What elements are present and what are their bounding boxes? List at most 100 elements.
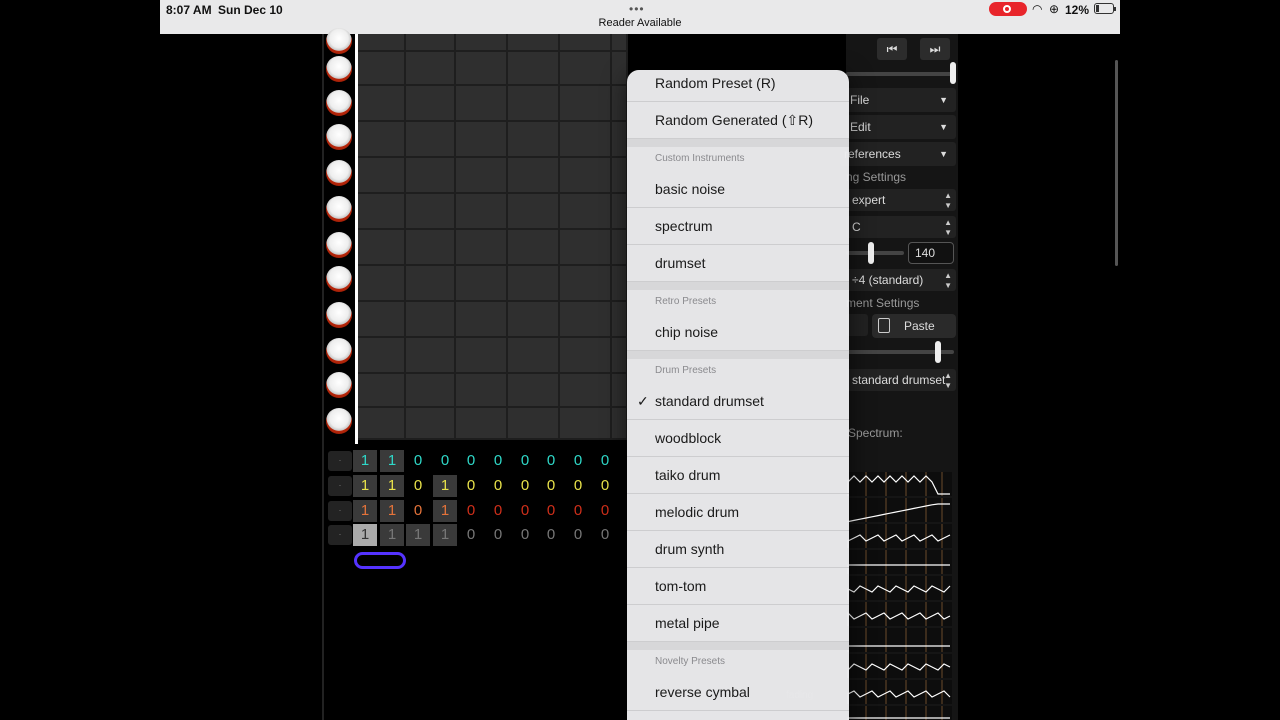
instrument-select[interactable]: standard drumset ▲ ▼ [846,369,956,391]
grid-cell[interactable] [560,194,612,230]
grid-cell[interactable] [508,230,560,266]
grid-cell[interactable] [612,302,628,338]
pattern-number[interactable]: 0 [539,475,563,497]
pattern-number[interactable]: 1 [353,450,377,472]
grid-cell[interactable] [560,86,612,122]
grid-cell[interactable] [612,52,628,86]
channel-button[interactable]: · [328,525,352,545]
grid-cell[interactable] [456,52,508,86]
grid-cell[interactable] [612,158,628,194]
pattern-number[interactable]: 0 [539,500,563,522]
grid-cell[interactable] [456,266,508,302]
preset-menu-item[interactable]: chip noise [627,314,849,351]
grid-cell[interactable] [508,338,560,374]
grid-cell[interactable] [456,374,508,408]
pattern-number[interactable]: 1 [433,524,457,546]
volume-slider-knob[interactable] [950,62,956,84]
pattern-number[interactable]: 0 [566,500,590,522]
pattern-editor-grid[interactable] [358,34,628,440]
spectrum-graph-bg[interactable] [848,524,952,548]
rhythm-select[interactable]: ÷4 (standard) ▲ ▼ [846,269,956,291]
screen-recording-icon[interactable] [989,2,1027,16]
channel-button[interactable]: · [328,451,352,471]
pattern-number[interactable]: 0 [593,450,617,472]
grid-cell[interactable] [508,374,560,408]
grid-cell[interactable] [406,122,456,158]
grid-cell[interactable] [358,374,406,408]
grid-cell[interactable] [406,52,456,86]
grid-cell[interactable] [612,122,628,158]
grid-cell[interactable] [456,338,508,374]
grid-cell[interactable] [456,302,508,338]
preset-menu-item[interactable]: drumset [627,245,849,282]
grid-cell[interactable] [508,122,560,158]
grid-cell[interactable] [508,52,560,86]
grid-cell[interactable] [612,408,628,440]
grid-cell[interactable] [358,122,406,158]
pattern-number[interactable]: 0 [593,524,617,546]
grid-cell[interactable] [358,230,406,266]
preset-menu-item[interactable]: drum synth [627,531,849,568]
pattern-number[interactable]: 0 [513,524,537,546]
pattern-number[interactable]: 0 [566,450,590,472]
grid-cell[interactable] [612,34,628,52]
tempo-slider-track[interactable] [846,251,904,255]
paste-button[interactable]: Paste [872,314,956,338]
pattern-number[interactable]: 0 [486,475,510,497]
next-bar-button[interactable]: ⏭ [920,38,950,60]
preset-menu-item[interactable]: Random Generated (⇧R) [627,102,849,139]
grid-cell[interactable] [508,158,560,194]
pattern-number[interactable]: 1 [353,524,377,546]
prev-bar-button[interactable]: ⏮ [877,38,907,60]
preset-menu-item[interactable]: Random Preset (R) [627,70,849,102]
tempo-input[interactable]: 140 [908,242,954,264]
grid-cell[interactable] [406,86,456,122]
pattern-number[interactable]: 0 [406,450,430,472]
grid-cell[interactable] [508,194,560,230]
pattern-number[interactable]: 0 [566,475,590,497]
grid-cell[interactable] [456,122,508,158]
grid-cell[interactable] [612,230,628,266]
grid-cell[interactable] [456,158,508,194]
grid-cell[interactable] [508,408,560,440]
grid-cell[interactable] [508,302,560,338]
pattern-number[interactable]: 0 [459,450,483,472]
pattern-number[interactable]: 0 [513,500,537,522]
grid-cell[interactable] [358,86,406,122]
pattern-number[interactable]: 0 [566,524,590,546]
channel-button[interactable]: · [328,476,352,496]
pattern-number[interactable]: 0 [486,450,510,472]
spectrum-graph-bg[interactable] [848,654,952,678]
grid-cell[interactable] [508,34,560,52]
preset-menu-item[interactable]: woodblock [627,420,849,457]
grid-cell[interactable] [560,338,612,374]
grid-cell[interactable] [612,194,628,230]
pattern-number[interactable]: 0 [539,450,563,472]
grid-cell[interactable] [358,194,406,230]
preset-menu-item[interactable]: taiko drum [627,457,849,494]
spectrum-graph-bg[interactable] [848,628,952,652]
channel-button[interactable]: · [328,501,352,521]
pattern-number[interactable]: 1 [380,450,404,472]
grid-cell[interactable] [358,158,406,194]
reader-available[interactable]: Reader Available [160,17,1120,29]
grid-cell[interactable] [406,266,456,302]
pattern-number[interactable]: 1 [433,475,457,497]
grid-cell[interactable] [456,408,508,440]
tempo-slider-knob[interactable] [868,242,874,264]
grid-cell[interactable] [612,266,628,302]
pattern-number[interactable]: 0 [459,500,483,522]
edit-menu[interactable]: Edit ▼ [846,115,956,139]
preset-menu-item[interactable]: melodic drum [627,494,849,531]
grid-cell[interactable] [560,230,612,266]
pattern-number[interactable]: 0 [593,500,617,522]
grid-cell[interactable] [560,266,612,302]
grid-cell[interactable] [406,374,456,408]
grid-cell[interactable] [358,338,406,374]
pattern-number[interactable]: 0 [486,500,510,522]
pattern-number[interactable]: 0 [593,475,617,497]
spectrum-graph-bg[interactable] [848,680,952,704]
preset-menu-item[interactable]: ✓ standard drumset [627,383,849,420]
grid-cell[interactable] [560,122,612,158]
spectrum-graph-bg[interactable] [848,550,952,574]
